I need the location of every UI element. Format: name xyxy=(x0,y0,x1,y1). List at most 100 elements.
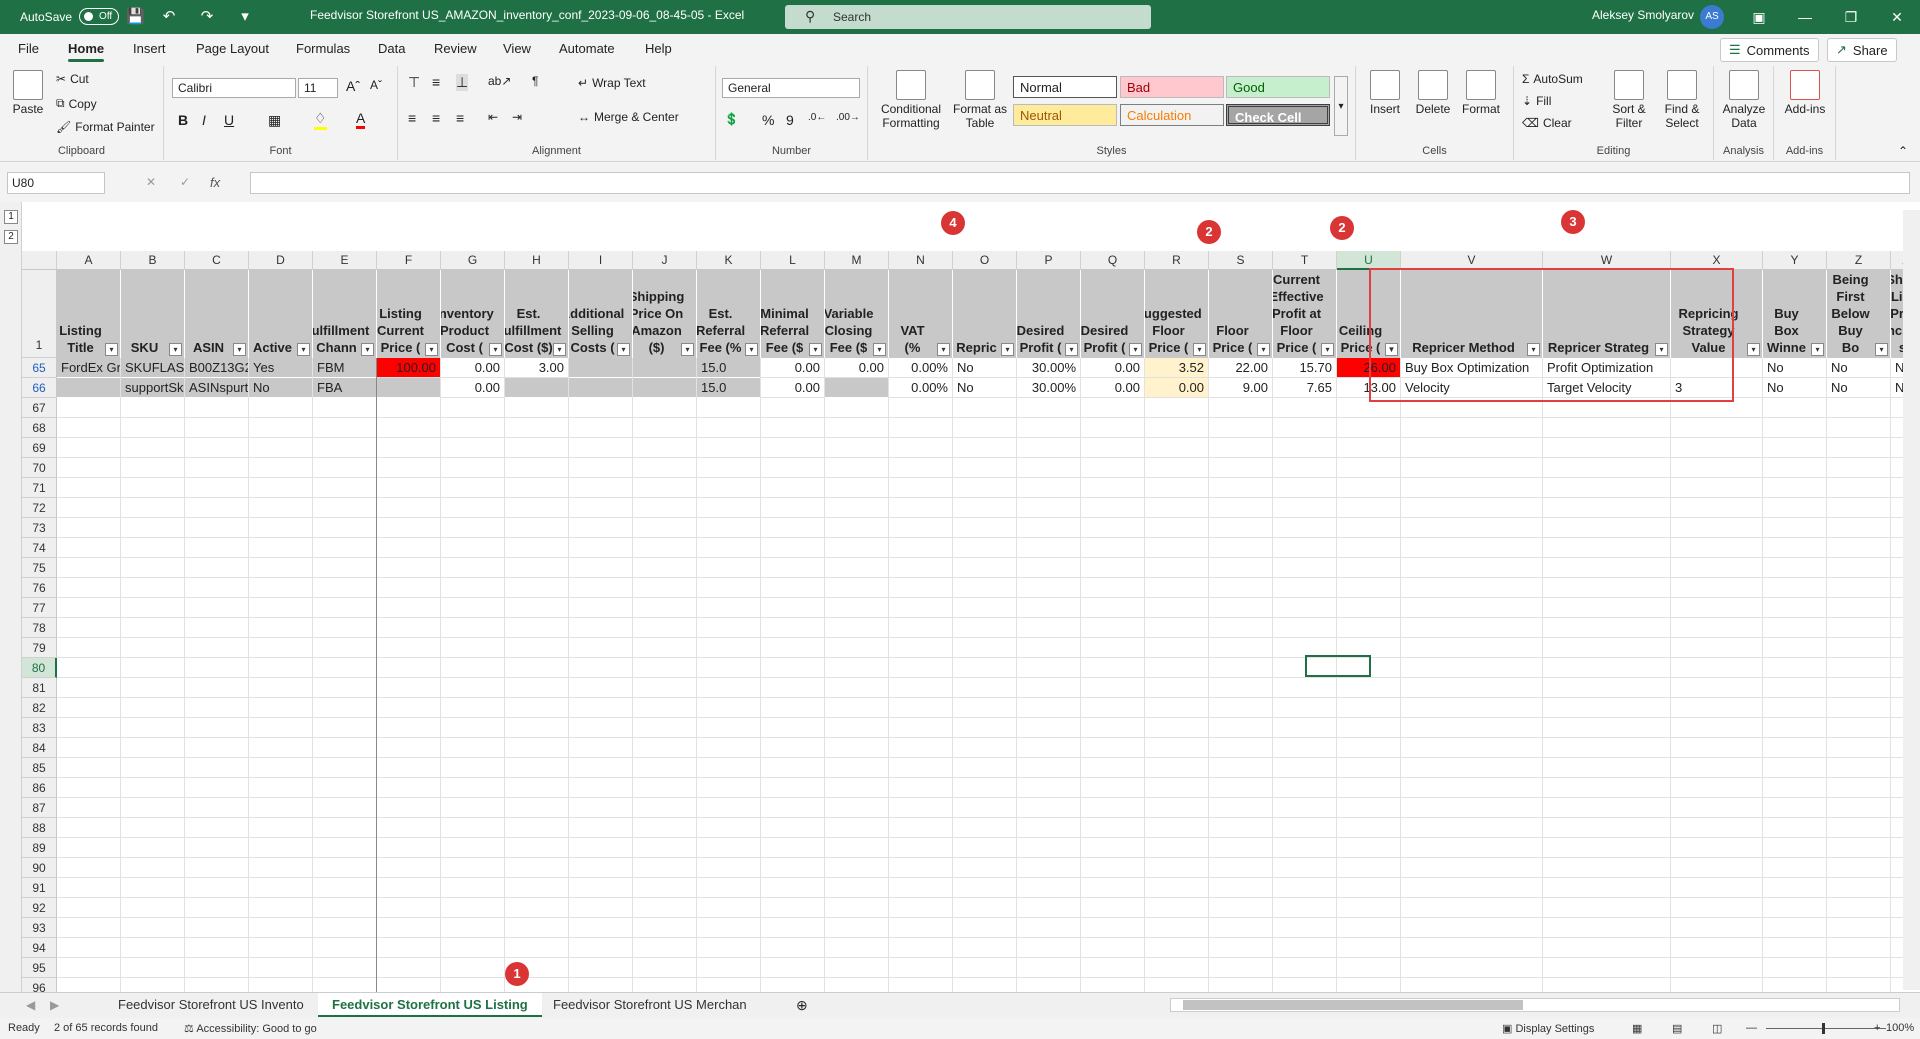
filter-dropdown-icon[interactable]: ▾ xyxy=(1001,343,1014,356)
text-direction-icon[interactable]: ¶ xyxy=(532,74,538,88)
filter-dropdown-icon[interactable]: ▾ xyxy=(1129,343,1142,356)
grow-font-icon[interactable]: Aˆ xyxy=(346,78,360,94)
outline-level-2[interactable]: 2 xyxy=(4,230,18,244)
comments-button[interactable]: ☰ Comments xyxy=(1720,38,1819,62)
accessibility-status[interactable]: ⚖ Accessibility: Good to go xyxy=(184,1022,317,1035)
row-header[interactable]: 95 xyxy=(22,958,57,978)
normal-view-icon[interactable]: ▦ xyxy=(1632,1022,1642,1035)
menu-data[interactable]: Data xyxy=(378,41,405,56)
page-layout-view-icon[interactable]: ▤ xyxy=(1672,1022,1682,1035)
menu-review[interactable]: Review xyxy=(434,41,477,56)
column-header-z[interactable]: Z xyxy=(1827,251,1891,270)
column-header-y[interactable]: Y xyxy=(1763,251,1827,270)
column-header-l[interactable]: L xyxy=(761,251,825,270)
column-header-n[interactable]: N xyxy=(889,251,953,270)
find-select-button[interactable]: Find & Select xyxy=(1656,70,1708,130)
column-header-j[interactable]: J xyxy=(633,251,697,270)
style-bad[interactable]: Bad xyxy=(1120,76,1224,98)
wrap-text-button[interactable]: ↵ Wrap Text xyxy=(578,76,646,90)
row-header[interactable]: 78 xyxy=(22,618,57,638)
increase-decimal-icon[interactable]: .0← xyxy=(808,112,826,123)
filter-dropdown-icon[interactable]: ▾ xyxy=(681,343,694,356)
row-header[interactable]: 1 xyxy=(22,270,57,358)
currency-icon[interactable]: 💲 xyxy=(724,112,739,126)
paste-button[interactable]: Paste xyxy=(10,70,46,116)
column-header-a[interactable]: A xyxy=(57,251,121,270)
row-header[interactable]: 93 xyxy=(22,918,57,938)
sort-filter-button[interactable]: Sort & Filter xyxy=(1604,70,1654,130)
filter-dropdown-icon[interactable]: ▾ xyxy=(105,343,118,356)
comma-icon[interactable]: 9 xyxy=(786,112,794,128)
column-header-q[interactable]: Q xyxy=(1081,251,1145,270)
cancel-icon[interactable]: ✕ xyxy=(146,175,156,189)
style-good[interactable]: Good xyxy=(1226,76,1330,98)
clear-button[interactable]: ⌫ Clear xyxy=(1522,116,1572,130)
column-header-m[interactable]: M xyxy=(825,251,889,270)
filter-dropdown-icon[interactable]: ▾ xyxy=(1193,343,1206,356)
column-header-t[interactable]: T xyxy=(1273,251,1337,270)
row-header[interactable]: 74 xyxy=(22,538,57,558)
autosave-toggle[interactable]: Off xyxy=(79,8,120,25)
page-break-view-icon[interactable]: ◫ xyxy=(1712,1022,1722,1035)
filter-dropdown-icon[interactable]: ▾ xyxy=(617,343,630,356)
orientation-icon[interactable]: ab↗ xyxy=(488,74,511,88)
menu-home[interactable]: Home xyxy=(68,41,105,62)
filter-dropdown-icon[interactable]: ▾ xyxy=(233,343,246,356)
fill-button[interactable]: ⇣ Fill xyxy=(1522,94,1551,108)
filter-dropdown-icon[interactable]: ▾ xyxy=(1747,343,1760,356)
vertical-scrollbar[interactable] xyxy=(1903,210,1920,990)
row-header[interactable]: 79 xyxy=(22,638,57,658)
new-sheet-icon[interactable]: ⊕ xyxy=(796,997,808,1014)
column-header-h[interactable]: H xyxy=(505,251,569,270)
menu-insert[interactable]: Insert xyxy=(133,41,166,56)
next-sheet-icon[interactable]: ▶ xyxy=(50,998,59,1012)
formula-input[interactable] xyxy=(250,172,1910,194)
ribbon-display-icon[interactable]: ▣ xyxy=(1736,0,1782,34)
borders-icon[interactable]: ▦ xyxy=(268,112,281,129)
column-header-k[interactable]: K xyxy=(697,251,761,270)
row-header[interactable]: 70 xyxy=(22,458,57,478)
zoom-level[interactable]: 100% xyxy=(1886,1022,1914,1034)
row-header[interactable]: 90 xyxy=(22,858,57,878)
sheet-tab-merchant[interactable]: Feedvisor Storefront US Merchan xyxy=(539,993,761,1017)
search-box[interactable]: ⚲ Search xyxy=(785,5,1151,29)
row-header[interactable]: 87 xyxy=(22,798,57,818)
user-name[interactable]: Aleksey Smolyarov xyxy=(1592,8,1694,22)
sheet-tab-inventory[interactable]: Feedvisor Storefront US Invento xyxy=(104,993,318,1017)
sheet-tab-listing[interactable]: Feedvisor Storefront US Listing xyxy=(318,993,542,1017)
column-header-e[interactable]: E xyxy=(313,251,377,270)
style-normal[interactable]: Normal xyxy=(1013,76,1117,98)
conditional-formatting-button[interactable]: Conditional Formatting xyxy=(876,70,946,130)
styles-more-icon[interactable]: ▾ xyxy=(1334,76,1348,136)
insert-function-icon[interactable]: fx xyxy=(210,175,220,190)
row-header[interactable]: 76 xyxy=(22,578,57,598)
format-cells-button[interactable]: Format xyxy=(1460,70,1502,116)
align-right-icon[interactable]: ≡ xyxy=(456,110,464,126)
select-all-corner[interactable] xyxy=(22,251,57,270)
spreadsheet-grid[interactable]: 1 2 AListing Title▾BSKU▾CASIN▾DActive▾EF… xyxy=(0,202,1920,992)
row-header[interactable]: 88 xyxy=(22,818,57,838)
undo-icon[interactable]: ↶ xyxy=(160,8,178,26)
filter-dropdown-icon[interactable]: ▾ xyxy=(297,343,310,356)
filter-dropdown-icon[interactable]: ▾ xyxy=(1257,343,1270,356)
style-neutral[interactable]: Neutral xyxy=(1013,104,1117,126)
row-header[interactable]: 85 xyxy=(22,758,57,778)
filter-dropdown-icon[interactable]: ▾ xyxy=(169,343,182,356)
autosave[interactable]: AutoSave Off xyxy=(20,8,120,25)
menu-page-layout[interactable]: Page Layout xyxy=(196,41,269,56)
filter-dropdown-icon[interactable]: ▾ xyxy=(1065,343,1078,356)
merge-center-button[interactable]: ↔ Merge & Center xyxy=(578,110,679,124)
active-cell[interactable] xyxy=(1305,655,1371,677)
bottom-align-icon[interactable]: ⊥ xyxy=(456,74,469,91)
display-settings[interactable]: ▣ Display Settings xyxy=(1502,1022,1594,1035)
outline-level-1[interactable]: 1 xyxy=(4,210,18,224)
customize-qat-icon[interactable]: ▾ xyxy=(236,8,254,26)
avatar[interactable]: AS xyxy=(1700,5,1724,29)
filter-dropdown-icon[interactable]: ▾ xyxy=(937,343,950,356)
column-header-b[interactable]: B xyxy=(121,251,185,270)
menu-automate[interactable]: Automate xyxy=(559,41,615,56)
filter-dropdown-icon[interactable]: ▾ xyxy=(809,343,822,356)
menu-view[interactable]: View xyxy=(503,41,531,56)
zoom-out-icon[interactable]: — xyxy=(1746,1022,1757,1034)
column-header-i[interactable]: I xyxy=(569,251,633,270)
